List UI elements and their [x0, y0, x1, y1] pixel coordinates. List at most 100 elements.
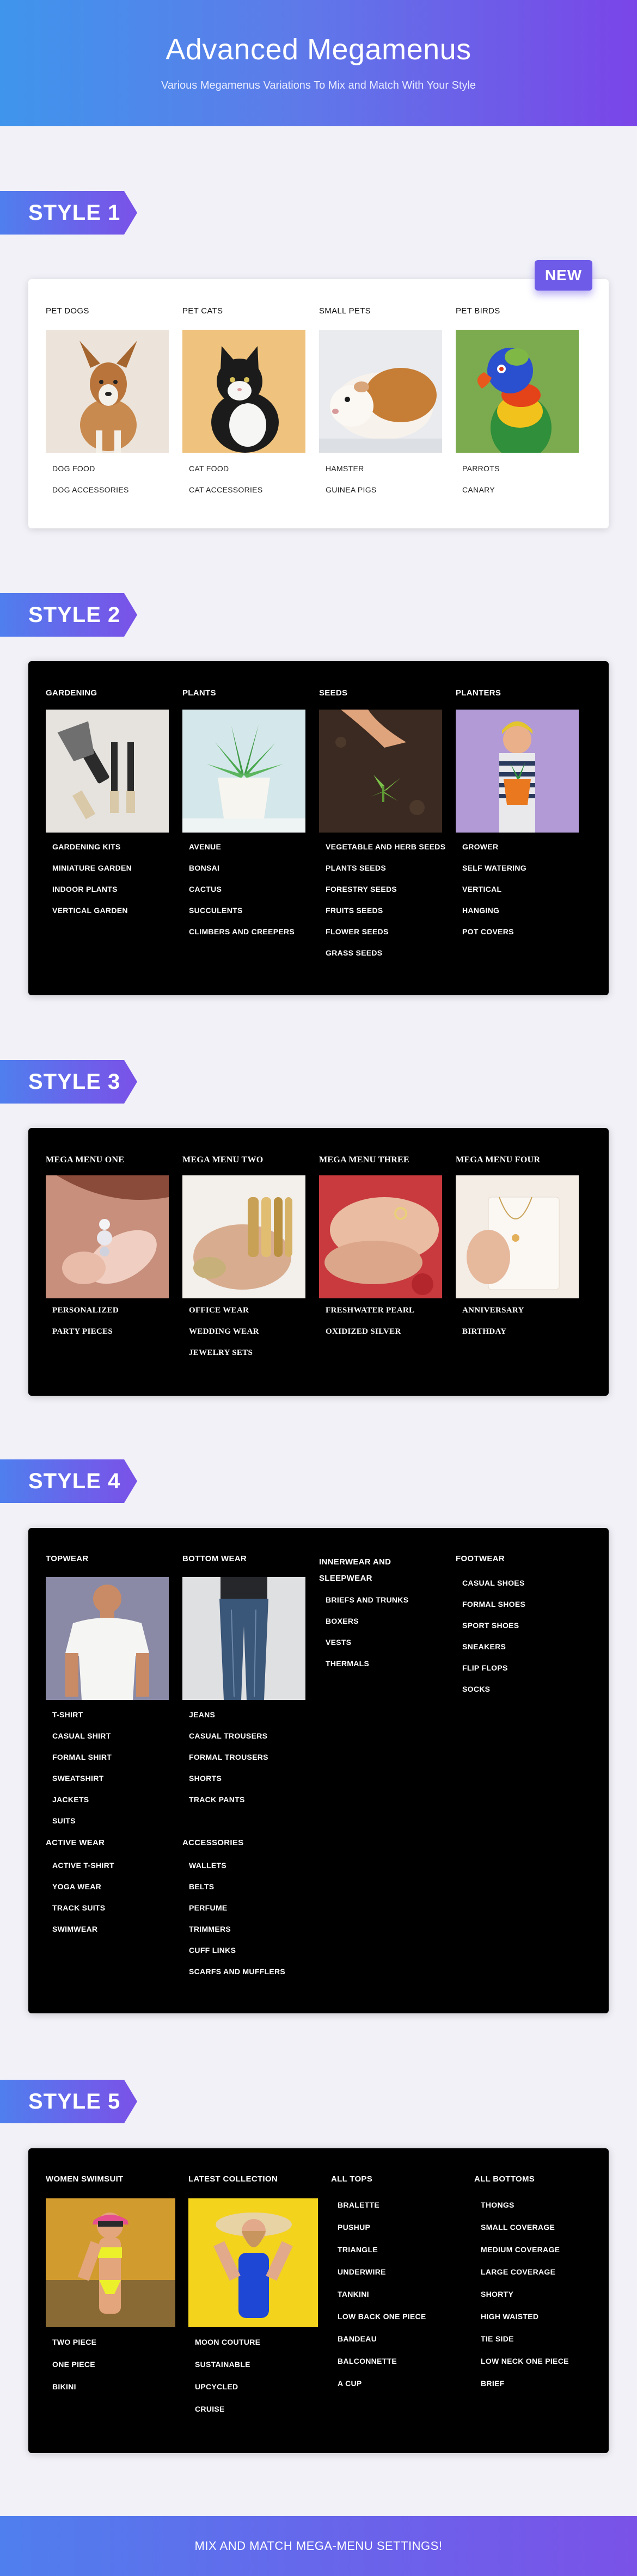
- planter-woman-image[interactable]: [456, 710, 579, 833]
- menu-link[interactable]: CASUAL SHOES: [462, 1579, 525, 1600]
- menu-link[interactable]: FRUITS SEEDS: [326, 906, 445, 927]
- menu-link[interactable]: TRACK PANTS: [189, 1795, 268, 1816]
- menu-link[interactable]: DOG FOOD: [52, 464, 129, 485]
- column-title[interactable]: ALL TOPS: [331, 2174, 372, 2184]
- menu-link[interactable]: VEGETABLE AND HERB SEEDS: [326, 842, 445, 864]
- menu-link[interactable]: BANDEAU: [338, 2334, 426, 2357]
- column-title[interactable]: SMALL PETS: [319, 306, 371, 316]
- menu-link[interactable]: TANKINI: [338, 2290, 426, 2312]
- menu-link[interactable]: ONE PIECE: [52, 2360, 96, 2382]
- menu-link[interactable]: HIGH WAISTED: [481, 2312, 569, 2334]
- menu-link[interactable]: JEANS: [189, 1710, 268, 1731]
- menu-link[interactable]: UNDERWIRE: [338, 2267, 426, 2290]
- menu-link[interactable]: CACTUS: [189, 885, 295, 906]
- column-title[interactable]: MEGA MENU THREE: [319, 1155, 409, 1165]
- menu-link[interactable]: JEWELRY SETS: [189, 1348, 259, 1370]
- menu-link[interactable]: BOXERS: [326, 1617, 408, 1638]
- menu-link[interactable]: WEDDING WEAR: [189, 1327, 259, 1348]
- menu-link[interactable]: FLIP FLOPS: [462, 1663, 525, 1685]
- menu-link[interactable]: BONSAI: [189, 864, 295, 885]
- menu-link[interactable]: THONGS: [481, 2201, 569, 2223]
- menu-link[interactable]: CASUAL SHIRT: [52, 1731, 112, 1753]
- bracelet-image[interactable]: [182, 1175, 305, 1298]
- menu-link[interactable]: FLOWER SEEDS: [326, 927, 445, 948]
- menu-link[interactable]: OFFICE WEAR: [189, 1306, 259, 1327]
- swimsuit-image[interactable]: [46, 2198, 175, 2327]
- column-title[interactable]: FOOTWEAR: [456, 1554, 505, 1563]
- menu-link[interactable]: GROWER: [462, 842, 526, 864]
- cat-image[interactable]: [182, 330, 305, 453]
- column-title[interactable]: MEGA MENU FOUR: [456, 1155, 540, 1165]
- menu-link[interactable]: TWO PIECE: [52, 2338, 96, 2360]
- menu-link[interactable]: GARDENING KITS: [52, 842, 132, 864]
- menu-link[interactable]: THERMALS: [326, 1659, 408, 1680]
- menu-link[interactable]: VESTS: [326, 1638, 408, 1659]
- column-title[interactable]: PET BIRDS: [456, 306, 500, 316]
- earring-image[interactable]: [46, 1175, 169, 1298]
- menu-link[interactable]: SWIMWEAR: [52, 1925, 114, 1946]
- menu-link[interactable]: JACKETS: [52, 1795, 112, 1816]
- menu-link[interactable]: TRIMMERS: [189, 1925, 285, 1946]
- column-title[interactable]: PLANTERS: [456, 688, 501, 698]
- menu-link[interactable]: BRALETTE: [338, 2201, 426, 2223]
- menu-link[interactable]: CANARY: [462, 485, 500, 507]
- menu-link[interactable]: AVENUE: [189, 842, 295, 864]
- menu-link[interactable]: BRIEF: [481, 2379, 569, 2401]
- menu-link[interactable]: FORMAL SHOES: [462, 1600, 525, 1621]
- column-title[interactable]: ACTIVE WEAR: [46, 1838, 105, 1847]
- menu-link[interactable]: LARGE COVERAGE: [481, 2267, 569, 2290]
- column-title[interactable]: TOPWEAR: [46, 1554, 89, 1563]
- menu-link[interactable]: FRESHWATER PEARL: [326, 1306, 414, 1327]
- latest-collection-image[interactable]: [188, 2198, 318, 2327]
- menu-link[interactable]: FORESTRY SEEDS: [326, 885, 445, 906]
- menu-link[interactable]: SOCKS: [462, 1685, 525, 1706]
- column-title[interactable]: LATEST COLLECTION: [188, 2174, 278, 2184]
- parrot-image[interactable]: [456, 330, 579, 453]
- menu-link[interactable]: ANNIVERSARY: [462, 1306, 524, 1327]
- menu-link[interactable]: BALCONNETTE: [338, 2357, 426, 2379]
- menu-link[interactable]: SCARFS AND MUFFLERS: [189, 1967, 285, 1988]
- menu-link[interactable]: POT COVERS: [462, 927, 526, 948]
- menu-link[interactable]: SUITS: [52, 1816, 112, 1833]
- column-title[interactable]: PLANTS: [182, 688, 216, 698]
- menu-link[interactable]: PARROTS: [462, 464, 500, 485]
- menu-link[interactable]: CAT ACCESSORIES: [189, 485, 262, 507]
- menu-link[interactable]: HAMSTER: [326, 464, 377, 485]
- menu-link[interactable]: SMALL COVERAGE: [481, 2223, 569, 2245]
- menu-link[interactable]: BIRTHDAY: [462, 1327, 524, 1348]
- menu-link[interactable]: VERTICAL: [462, 885, 526, 906]
- menu-link[interactable]: MINIATURE GARDEN: [52, 864, 132, 885]
- seedling-image[interactable]: [319, 710, 442, 833]
- menu-link[interactable]: INDOOR PLANTS: [52, 885, 132, 906]
- plant-pot-image[interactable]: [182, 710, 305, 833]
- column-title[interactable]: WOMEN SWIMSUIT: [46, 2174, 124, 2184]
- jeans-image[interactable]: [182, 1577, 305, 1700]
- column-title[interactable]: BOTTOM WEAR: [182, 1554, 247, 1563]
- menu-link[interactable]: CUFF LINKS: [189, 1946, 285, 1967]
- menu-link[interactable]: MEDIUM COVERAGE: [481, 2245, 569, 2267]
- menu-link[interactable]: SNEAKERS: [462, 1642, 525, 1663]
- menu-link[interactable]: GRASS SEEDS: [326, 948, 445, 970]
- column-title[interactable]: ACCESSORIES: [182, 1838, 244, 1847]
- hamster-image[interactable]: [319, 330, 442, 453]
- menu-link[interactable]: TIE SIDE: [481, 2334, 569, 2357]
- dog-image[interactable]: [46, 330, 169, 453]
- menu-link[interactable]: T-SHIRT: [52, 1710, 112, 1731]
- menu-link[interactable]: FORMAL SHIRT: [52, 1753, 112, 1774]
- column-title[interactable]: PET DOGS: [46, 306, 89, 316]
- necklace-image[interactable]: [456, 1175, 579, 1298]
- menu-link[interactable]: FORMAL TROUSERS: [189, 1753, 268, 1774]
- column-title[interactable]: PET CATS: [182, 306, 223, 316]
- menu-link[interactable]: TRIANGLE: [338, 2245, 426, 2267]
- menu-link[interactable]: SPORT SHOES: [462, 1621, 525, 1642]
- menu-link[interactable]: LOW NECK ONE PIECE: [481, 2357, 569, 2379]
- menu-link[interactable]: BRIEFS AND TRUNKS: [326, 1595, 408, 1617]
- menu-link[interactable]: BELTS: [189, 1882, 285, 1903]
- menu-link[interactable]: PERFUME: [189, 1903, 285, 1925]
- menu-link[interactable]: BIKINI: [52, 2382, 96, 2405]
- menu-link[interactable]: CLIMBERS AND CREEPERS: [189, 927, 295, 948]
- menu-link[interactable]: SELF WATERING: [462, 864, 526, 885]
- menu-link[interactable]: SHORTY: [481, 2290, 569, 2312]
- column-title[interactable]: MEGA MENU TWO: [182, 1155, 264, 1165]
- menu-link[interactable]: MOON COUTURE: [195, 2338, 260, 2360]
